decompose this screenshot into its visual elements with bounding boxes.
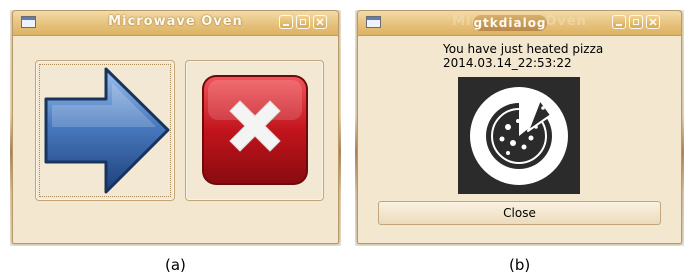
maximize-button[interactable] [629,15,643,29]
blue-right-arrow-icon [44,67,170,194]
message-text: You have just heated pizza [443,42,604,56]
minimize-button[interactable] [612,15,626,29]
caption-a: (a) [165,256,186,274]
dialog-title: gtkdialog [473,16,547,30]
maximize-icon [300,19,306,25]
screenshot-panel-a: Microwave Oven [10,10,341,246]
close-icon [649,18,657,26]
microwave-oven-window: Microwave Oven [12,10,339,244]
screenshot-panel-b: Microwave Oven gtkdialog You have just h… [355,10,684,246]
minimize-button[interactable] [279,15,293,29]
pizza-image [458,77,580,194]
maximize-icon [633,19,639,25]
caption-b: (b) [509,256,531,274]
close-window-button[interactable] [313,15,327,29]
close-button[interactable]: Close [378,201,661,225]
close-icon [316,18,324,26]
red-x-icon [202,75,308,185]
timestamp-text: 2014.03.14_22:53:22 [443,56,572,70]
maximize-button[interactable] [296,15,310,29]
cancel-x-button[interactable] [185,60,324,201]
close-window-button[interactable] [646,15,660,29]
minimize-icon [616,24,622,26]
title-bar[interactable]: Microwave Oven [13,11,338,36]
title-bar[interactable]: Microwave Oven gtkdialog [358,11,681,36]
minimize-icon [283,24,289,26]
gtkdialog-window: Microwave Oven gtkdialog You have just h… [357,10,682,244]
start-arrow-button[interactable] [35,60,175,201]
pizza-icon [470,87,568,185]
